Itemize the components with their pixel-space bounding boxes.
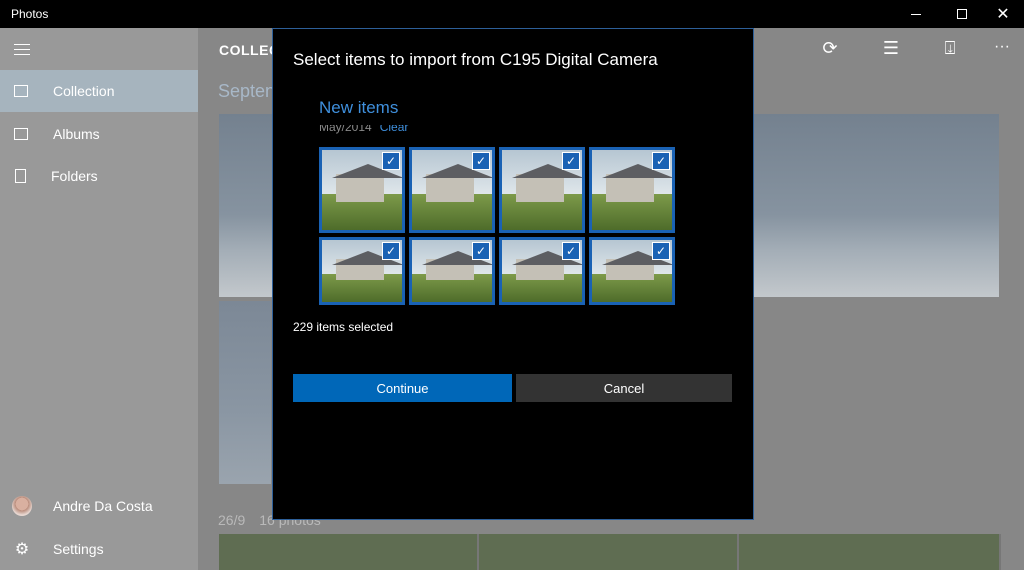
user-name: Andre Da Costa xyxy=(53,498,153,514)
minimize-button[interactable] xyxy=(893,0,939,28)
close-icon: ✕ xyxy=(996,6,1010,23)
checkmark-icon[interactable]: ✓ xyxy=(652,152,670,170)
checkmark-icon[interactable]: ✓ xyxy=(562,242,580,260)
more-icon: ··· xyxy=(994,38,1010,55)
month-header: Septen xyxy=(218,81,276,101)
thumbnail-grid: ✓ ✓ ✓ ✓ ✓ ✓ ✓ ✓ xyxy=(319,147,679,307)
import-dialog: Select items to import from C195 Digital… xyxy=(272,28,754,520)
import-icon: ⍗ xyxy=(944,38,956,58)
thumbnail[interactable]: ✓ xyxy=(589,237,675,305)
app-title: Photos xyxy=(11,7,49,21)
refresh-icon: ⟳ xyxy=(822,38,838,58)
sidebar-item-settings[interactable]: ⚙ Settings xyxy=(0,528,198,570)
sidebar-item-collection[interactable]: Collection xyxy=(0,70,198,112)
thumbnail[interactable]: ✓ xyxy=(319,147,405,233)
checkmark-icon[interactable]: ✓ xyxy=(472,152,490,170)
checkmark-icon[interactable]: ✓ xyxy=(382,242,400,260)
maximize-button[interactable] xyxy=(939,0,985,28)
continue-button[interactable]: Continue xyxy=(293,374,512,402)
close-button[interactable]: ✕ xyxy=(980,0,1024,28)
sidebar-item-albums[interactable]: Albums xyxy=(0,113,198,155)
dialog-title: Select items to import from C195 Digital… xyxy=(293,50,658,69)
title-bar: Photos ✕ xyxy=(0,0,1024,28)
albums-icon xyxy=(14,128,28,140)
checkmark-icon[interactable]: ✓ xyxy=(562,152,580,170)
gear-icon: ⚙ xyxy=(14,541,30,558)
hamburger-menu-button[interactable] xyxy=(14,44,30,56)
checkmark-icon[interactable]: ✓ xyxy=(472,242,490,260)
select-button[interactable]: ☰ xyxy=(879,38,903,62)
date-label: May/2014 xyxy=(319,125,372,134)
sidebar-item-label: Collection xyxy=(53,83,115,99)
photo-tile[interactable] xyxy=(739,534,1001,570)
checkmark-icon[interactable]: ✓ xyxy=(652,242,670,260)
thumbnail[interactable]: ✓ xyxy=(499,147,585,233)
minimize-icon xyxy=(911,13,921,15)
clear-link[interactable]: Clear xyxy=(380,125,409,134)
sidebar: Collection Albums Folders Andre Da Costa… xyxy=(0,28,198,570)
hamburger-icon xyxy=(14,44,30,45)
folders-icon xyxy=(15,169,26,183)
select-icon: ☰ xyxy=(882,38,900,58)
selected-count: 229 items selected xyxy=(293,320,394,334)
thumbnail[interactable]: ✓ xyxy=(409,147,495,233)
more-button[interactable]: ··· xyxy=(990,38,1014,62)
checkmark-icon[interactable]: ✓ xyxy=(382,152,400,170)
sidebar-item-label: Albums xyxy=(53,126,100,142)
avatar xyxy=(12,496,32,516)
thumbnail[interactable]: ✓ xyxy=(589,147,675,233)
photo-tile[interactable] xyxy=(479,534,739,570)
sidebar-item-label: Folders xyxy=(51,168,98,184)
cancel-button[interactable]: Cancel xyxy=(516,374,732,402)
user-account[interactable]: Andre Da Costa xyxy=(0,486,198,526)
maximize-icon xyxy=(957,9,967,19)
page-title: COLLEC xyxy=(219,42,280,58)
photo-tile[interactable] xyxy=(219,301,271,484)
sidebar-item-folders[interactable]: Folders xyxy=(0,155,198,197)
section-title: New items xyxy=(319,98,399,117)
thumbnail[interactable]: ✓ xyxy=(319,237,405,305)
photo-tile[interactable] xyxy=(219,534,479,570)
thumbnail[interactable]: ✓ xyxy=(409,237,495,305)
refresh-button[interactable]: ⟳ xyxy=(818,38,842,62)
import-button[interactable]: ⍗ xyxy=(938,38,962,62)
thumbnail[interactable]: ✓ xyxy=(499,237,585,305)
day-date: 26/9 xyxy=(218,512,246,528)
sidebar-item-label: Settings xyxy=(53,541,104,557)
date-row: May/2014 Clear xyxy=(319,125,519,135)
collection-icon xyxy=(14,85,28,97)
